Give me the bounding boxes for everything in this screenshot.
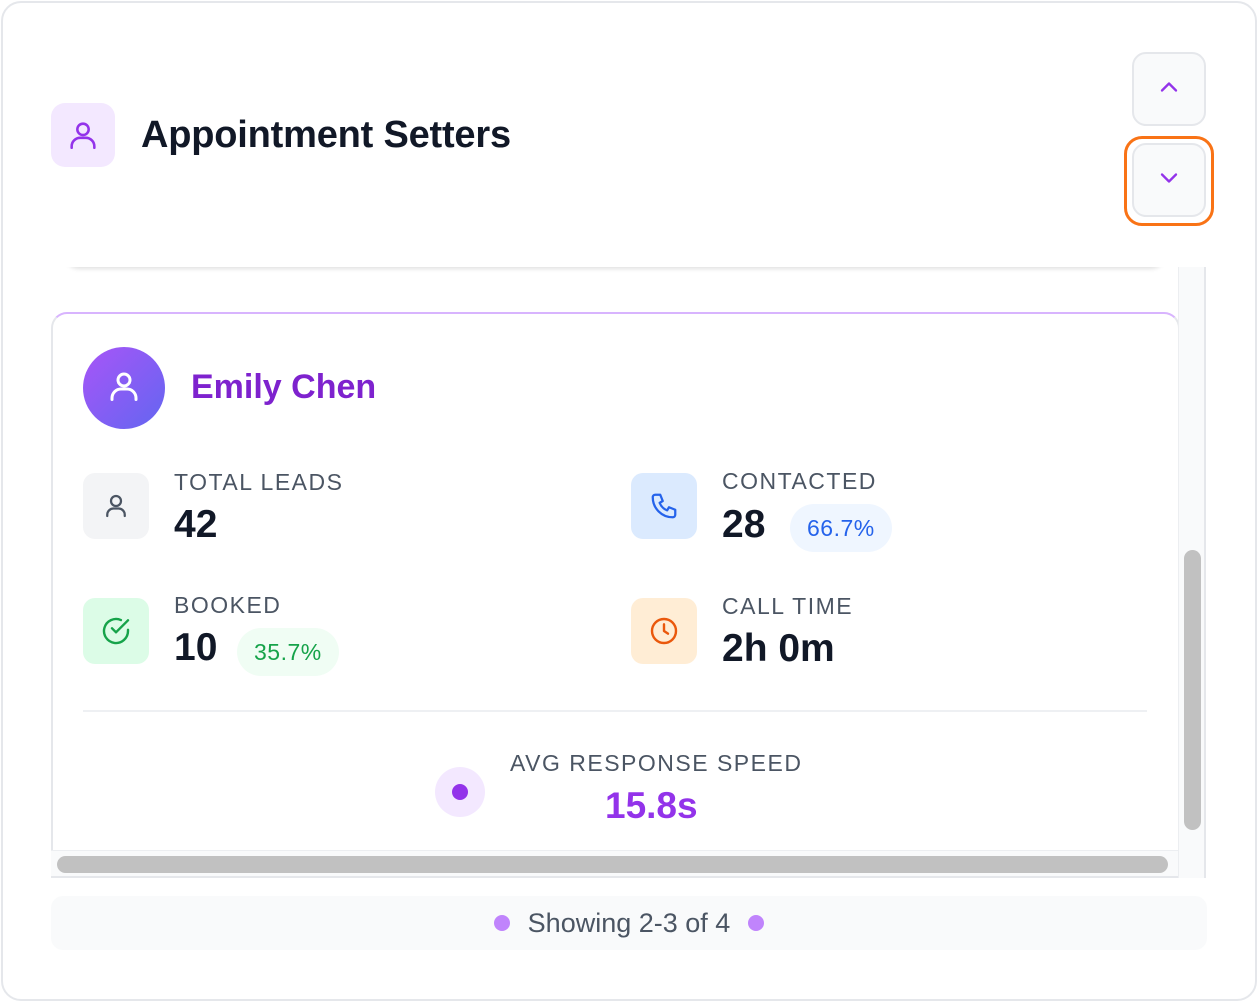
- check-circle-icon: [83, 598, 149, 664]
- panel-title: Appointment Setters: [141, 114, 511, 156]
- vertical-scrollbar-thumb[interactable]: [1184, 550, 1201, 830]
- call-time-label: CALL TIME: [722, 593, 854, 619]
- chevron-down-icon: [1155, 164, 1183, 197]
- pagination-status: Showing 2-3 of 4: [51, 896, 1207, 950]
- scroll-up-button[interactable]: [1132, 52, 1206, 126]
- pagination-text: Showing 2-3 of 4: [527, 907, 731, 938]
- call-time-value: 2h 0m: [722, 627, 835, 670]
- dot-icon: [452, 784, 468, 800]
- contacted-value: 28: [722, 503, 766, 546]
- setter-card: Emily Chen TOTAL LEADS 42 CONTACTED 28 6…: [51, 312, 1180, 878]
- chevron-up-icon: [1155, 73, 1183, 106]
- avatar: [83, 347, 165, 429]
- user-icon: [106, 368, 142, 409]
- total-leads-value: 42: [174, 503, 218, 546]
- card-divider: [83, 710, 1147, 712]
- avg-response-label: AVG RESPONSE SPEED: [510, 750, 803, 776]
- setters-list-viewport[interactable]: Emily Chen TOTAL LEADS 42 CONTACTED 28 6…: [51, 267, 1207, 878]
- phone-icon: [631, 473, 697, 539]
- horizontal-scrollbar-thumb[interactable]: [57, 856, 1168, 873]
- booked-value: 10: [174, 626, 218, 669]
- clock-icon: [631, 598, 697, 664]
- booked-rate-badge: 35.7%: [237, 628, 339, 676]
- dot-icon: [748, 915, 765, 931]
- contacted-label: CONTACTED: [722, 468, 877, 494]
- user-icon: [51, 103, 115, 167]
- contacted-rate-badge: 66.7%: [790, 504, 892, 552]
- total-leads-label: TOTAL LEADS: [174, 469, 344, 495]
- setter-name: Emily Chen: [191, 368, 377, 406]
- booked-label: BOOKED: [174, 592, 282, 618]
- scroll-down-button[interactable]: [1132, 143, 1206, 217]
- avg-response-value: 15.8s: [605, 785, 698, 826]
- user-icon: [83, 473, 149, 539]
- dot-icon: [493, 915, 510, 931]
- response-speed-indicator: [435, 767, 485, 817]
